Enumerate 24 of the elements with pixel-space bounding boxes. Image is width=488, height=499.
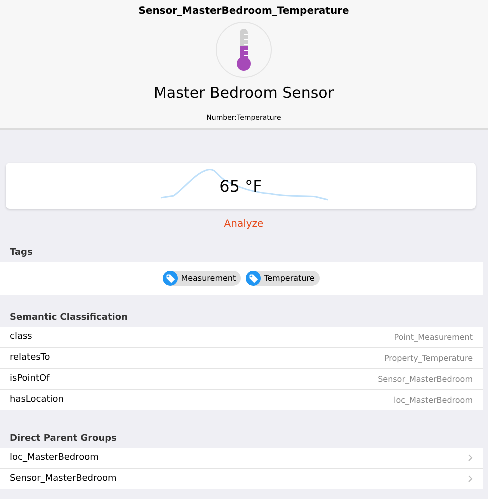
row-key: isPointOf <box>10 374 50 384</box>
section-title: Semantic Classification <box>9 313 129 323</box>
row-key: hasLocation <box>10 395 64 405</box>
item-name: Sensor_MasterBedroom_Temperature <box>138 6 350 17</box>
tag-icon <box>246 271 262 286</box>
chevron-icon <box>468 454 473 462</box>
section-title: Direct Parent Groups <box>9 434 118 444</box>
section-title: Tags <box>9 248 34 258</box>
row-key: relatesTo <box>10 353 50 363</box>
parent-group-item[interactable]: Sensor_MasterBedroom <box>0 469 483 489</box>
row-value: Property_Temperature <box>384 354 473 362</box>
tag-chip[interactable]: Temperature <box>246 271 320 286</box>
chevron-icon <box>468 475 473 483</box>
state-value: 65 °F <box>220 176 262 196</box>
row-value: loc_MasterBedroom <box>394 396 473 404</box>
tag-icon <box>163 271 178 286</box>
row-key: class <box>10 332 32 342</box>
tag-chip[interactable]: Measurement <box>163 271 242 286</box>
row-value: Sensor_MasterBedroom <box>378 374 473 384</box>
thermometer-icon <box>216 22 272 78</box>
item-label: Master Bedroom Sensor <box>154 84 334 102</box>
state-card[interactable]: 65 °F <box>6 163 476 209</box>
row-value: Point_Measurement <box>394 332 473 342</box>
parent-group-item[interactable]: loc_MasterBedroom <box>0 448 483 469</box>
